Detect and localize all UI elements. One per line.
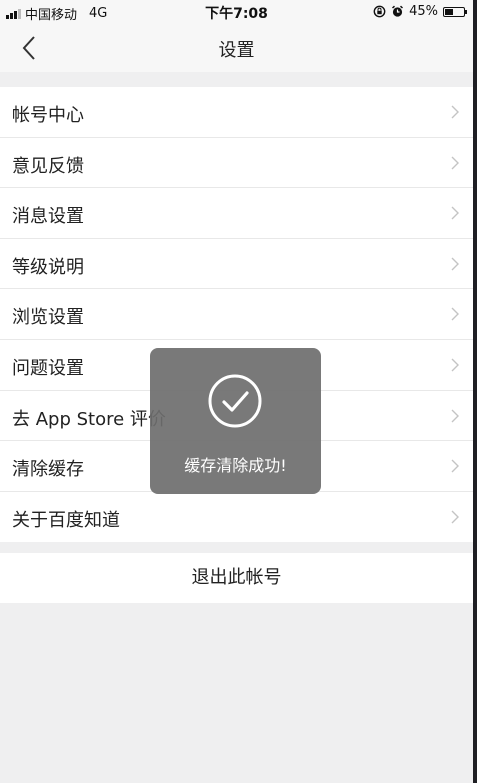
settings-item-label: 意见反馈 xyxy=(12,155,84,177)
settings-item-label: 关于百度知道 xyxy=(12,509,120,531)
lock-rotation-icon xyxy=(373,5,386,18)
settings-item-label: 浏览设置 xyxy=(12,307,84,329)
alarm-icon xyxy=(392,5,404,17)
toast-message: 缓存清除成功! xyxy=(184,456,287,475)
screen-edge xyxy=(473,0,477,783)
page-title: 设置 xyxy=(218,40,255,61)
chevron-right-icon xyxy=(451,105,459,119)
settings-item-label: 去 App Store 评价 xyxy=(12,408,166,430)
settings-item-message-settings[interactable]: 消息设置 xyxy=(0,188,473,239)
chevron-right-icon xyxy=(451,156,459,170)
settings-item-account-center[interactable]: 帐号中心 xyxy=(0,87,473,138)
logout-button[interactable]: 退出此帐号 xyxy=(0,553,473,603)
settings-item-level-info[interactable]: 等级说明 xyxy=(0,239,473,290)
chevron-right-icon xyxy=(451,307,459,321)
settings-item-label: 消息设置 xyxy=(12,206,84,228)
settings-item-feedback[interactable]: 意见反馈 xyxy=(0,138,473,189)
settings-item-browse-settings[interactable]: 浏览设置 xyxy=(0,289,473,340)
status-right: 45% xyxy=(373,4,467,19)
chevron-right-icon xyxy=(451,257,459,271)
settings-item-about[interactable]: 关于百度知道 xyxy=(0,492,473,543)
chevron-right-icon xyxy=(451,409,459,423)
chevron-right-icon xyxy=(451,510,459,524)
settings-item-label: 帐号中心 xyxy=(12,105,84,126)
status-bar: 中国移动 4G 下午7:08 45% xyxy=(0,0,473,24)
settings-item-label: 清除缓存 xyxy=(12,459,84,481)
settings-item-label: 等级说明 xyxy=(12,256,84,278)
chevron-right-icon xyxy=(451,358,459,372)
settings-item-label: 问题设置 xyxy=(12,357,84,379)
toast: 缓存清除成功! xyxy=(150,348,321,494)
chevron-right-icon xyxy=(451,206,459,220)
chevron-right-icon xyxy=(451,459,459,473)
nav-bar: 设置 xyxy=(0,24,473,72)
battery-percent: 45% xyxy=(409,4,438,19)
check-circle-icon xyxy=(208,374,262,428)
battery-icon xyxy=(443,6,467,17)
